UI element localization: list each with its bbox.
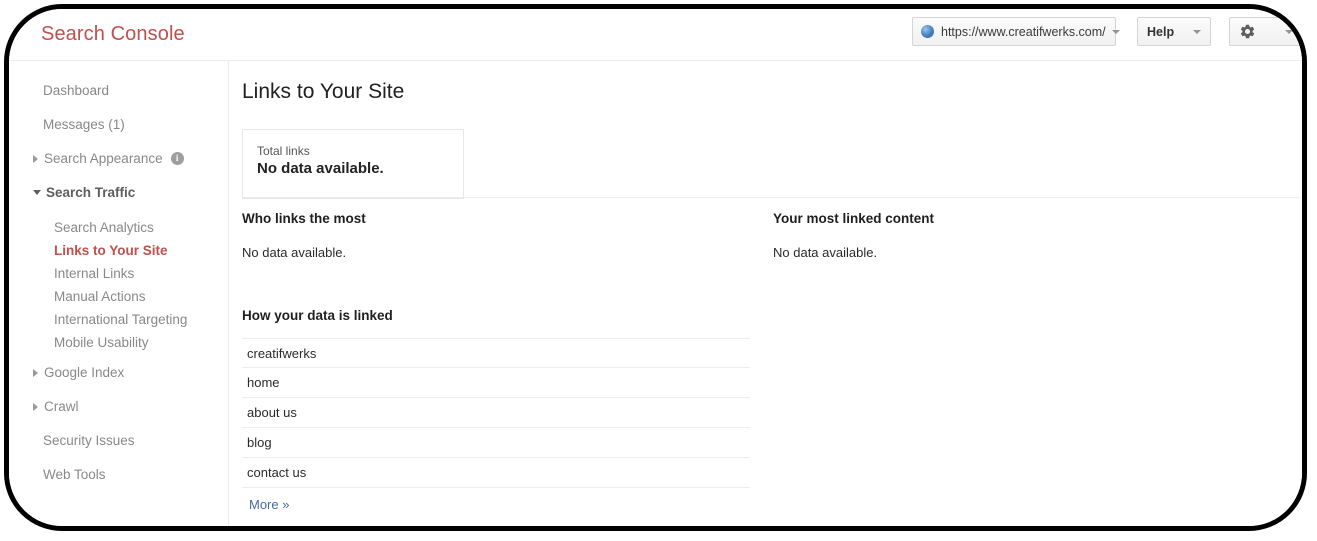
sidebar-item-links-to-your-site[interactable]: Links to Your Site — [9, 239, 228, 262]
triangle-right-icon — [33, 368, 38, 377]
main-content: Links to Your Site Total links No data a… — [229, 61, 1302, 526]
sidebar-item-label: Search Analytics — [54, 220, 154, 235]
app-brand-title: Search Console — [41, 23, 185, 45]
site-url-label: https://www.creatifwerks.com/ — [941, 24, 1106, 39]
help-button-label: Help — [1147, 24, 1175, 39]
sidebar-item-search-analytics[interactable]: Search Analytics — [9, 216, 228, 239]
sidebar-item-google-index[interactable]: Google Index — [9, 362, 228, 383]
sidebar-item-dashboard[interactable]: Dashboard — [9, 80, 228, 101]
sidebar-item-label: Dashboard — [43, 83, 110, 98]
sidebar-item-label: Web Tools — [43, 467, 106, 482]
browser-frame: Search Console https://www.creatifwerks.… — [4, 4, 1307, 531]
settings-button[interactable] — [1229, 17, 1302, 46]
sidebar-item-security-issues[interactable]: Security Issues — [9, 430, 228, 451]
total-links-value: No data available. — [257, 160, 384, 177]
sidebar-item-search-appearance[interactable]: Search Appearance i — [9, 148, 228, 169]
sidebar-item-label: Crawl — [44, 399, 79, 414]
triangle-right-icon — [33, 154, 38, 163]
page-title: Links to Your Site — [242, 80, 405, 103]
how-your-data-is-linked-heading: How your data is linked — [242, 308, 393, 323]
sidebar-item-label: Links to Your Site — [54, 243, 168, 258]
total-links-label: Total links — [257, 144, 310, 158]
more-link[interactable]: More » — [249, 497, 289, 512]
your-most-linked-content-heading: Your most linked content — [773, 211, 935, 226]
sidebar-item-label: Search Appearance — [44, 151, 163, 166]
triangle-right-icon — [33, 402, 38, 411]
section-divider — [242, 197, 1299, 198]
sidebar-item-label: Mobile Usability — [54, 335, 149, 350]
chevron-down-icon — [1285, 29, 1293, 34]
sidebar-item-crawl[interactable]: Crawl — [9, 396, 228, 417]
sidebar-item-messages[interactable]: Messages (1) — [9, 114, 228, 135]
site-selector-dropdown[interactable]: https://www.creatifwerks.com/ — [912, 17, 1120, 46]
sidebar-item-label: Search Traffic — [46, 185, 136, 200]
sidebar-nav: Dashboard Messages (1) Search Appearance… — [9, 61, 229, 526]
triangle-down-icon — [33, 190, 41, 195]
sidebar-item-label: International Targeting — [54, 312, 188, 327]
list-item[interactable]: creatifwerks — [242, 338, 750, 368]
sidebar-item-manual-actions[interactable]: Manual Actions — [9, 285, 228, 308]
sidebar-item-international-targeting[interactable]: International Targeting — [9, 308, 228, 331]
info-icon[interactable]: i — [170, 152, 184, 165]
globe-icon — [921, 25, 934, 38]
total-links-card: Total links No data available. — [242, 129, 464, 199]
sidebar-item-label: Internal Links — [54, 266, 135, 281]
your-most-linked-content-body: No data available. — [773, 245, 878, 260]
app-header: Search Console https://www.creatifwerks.… — [9, 9, 1302, 61]
sidebar-item-label: Security Issues — [43, 433, 135, 448]
sidebar-item-search-traffic[interactable]: Search Traffic — [9, 182, 228, 203]
who-links-the-most-heading: Who links the most — [242, 211, 366, 226]
help-button[interactable]: Help — [1137, 17, 1211, 46]
list-item[interactable]: contact us — [242, 458, 750, 488]
sidebar-item-web-tools[interactable]: Web Tools — [9, 464, 228, 485]
chevron-down-icon — [1111, 29, 1120, 34]
sidebar-item-label: Google Index — [44, 365, 125, 380]
sidebar-item-mobile-usability[interactable]: Mobile Usability — [9, 331, 228, 354]
chevron-down-icon — [1193, 29, 1201, 34]
how-your-data-is-linked-list: creatifwerks home about us blog contact … — [242, 338, 750, 514]
sidebar-item-label: Manual Actions — [54, 289, 146, 304]
who-links-the-most-body: No data available. — [242, 245, 347, 260]
sidebar-item-internal-links[interactable]: Internal Links — [9, 262, 228, 285]
sidebar-item-label: Messages (1) — [43, 117, 125, 132]
list-item[interactable]: home — [242, 368, 750, 398]
gear-icon — [1239, 23, 1256, 40]
list-item[interactable]: about us — [242, 398, 750, 428]
list-item[interactable]: blog — [242, 428, 750, 458]
